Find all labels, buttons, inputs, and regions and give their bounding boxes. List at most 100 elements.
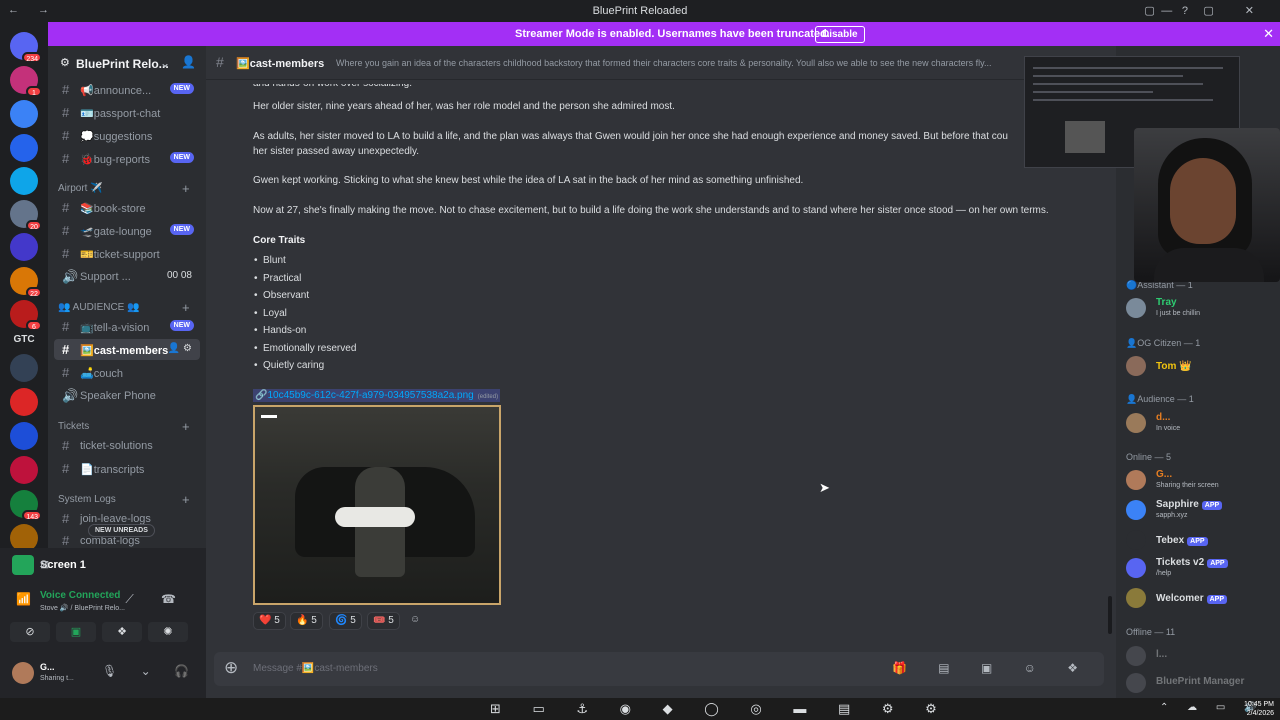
attachment-filename[interactable]: 🔗10c45b9c-612c-427f-a979-034957538a2a.pn…: [255, 390, 474, 401]
server-icon[interactable]: 20: [10, 200, 42, 231]
camera-off-button[interactable]: ⊘: [10, 622, 50, 642]
hash-icon: #: [62, 223, 70, 238]
channel-item-suggestions[interactable]: # 💭suggestions: [54, 125, 200, 146]
member-item[interactable]: Welcomer APP: [1126, 585, 1276, 613]
new-badge: NEW: [169, 320, 194, 331]
composer-placeholder[interactable]: Message #🖼️cast-members: [253, 663, 378, 674]
add-reaction-icon[interactable]: ☺: [405, 612, 425, 630]
window-controls[interactable]: — ▢ ✕: [1161, 4, 1268, 17]
channel-item-gate-lounge[interactable]: # 🛫gate-lounge NEW: [54, 220, 200, 241]
voice-channel-speaker-phone[interactable]: 🔊 Speaker Phone: [54, 385, 200, 406]
hash-icon: #: [62, 151, 70, 166]
server-icon[interactable]: 234: [10, 32, 42, 63]
activities-button[interactable]: ❖: [102, 622, 142, 642]
add-channel-icon[interactable]: +: [182, 300, 190, 315]
channel-item-bug-reports[interactable]: # 🐞bug-reports NEW: [54, 148, 200, 169]
attachment-image[interactable]: [253, 405, 501, 605]
new-unreads-pill[interactable]: NEW UNREADS: [88, 524, 155, 537]
reaction-swirl[interactable]: 🌀 5: [329, 612, 362, 630]
member-category: Online — 5: [1126, 452, 1172, 462]
voice-channel-support[interactable]: 🔊 Support ... 00 08: [54, 266, 200, 287]
server-icon[interactable]: 6: [10, 300, 42, 331]
avatar[interactable]: [12, 662, 34, 684]
channel-item-tell-a-vision[interactable]: # 📺tell-a-vision NEW: [54, 316, 200, 337]
channel-item-transcripts[interactable]: # 📄transcripts: [54, 458, 200, 479]
channel-item-ticket-support[interactable]: # 🎫ticket-support: [54, 243, 200, 264]
chat-scrollbar[interactable]: [1108, 596, 1112, 634]
add-member-icon[interactable]: 👤: [181, 55, 196, 69]
channel-item-ticket-solutions[interactable]: # ticket-solutions: [54, 435, 200, 456]
screen-share-preview[interactable]: Screen 1 ⊠: [12, 555, 192, 577]
member-item[interactable]: Sapphire APP sapph.xyz: [1126, 497, 1276, 525]
hash-icon: #: [216, 54, 224, 70]
server-icon[interactable]: [10, 167, 38, 195]
chevron-down-icon: ⌄: [160, 56, 171, 70]
member-item[interactable]: d... In voice: [1126, 410, 1276, 438]
server-icon[interactable]: [10, 134, 38, 162]
channel-item-announcements[interactable]: # 📢announce... NEW: [54, 79, 200, 100]
composer-tools-icons[interactable]: 🎁 ▤ ▣ ☺ ❖: [892, 661, 1092, 675]
server-icon[interactable]: [10, 100, 38, 128]
message-composer[interactable]: ⊕ Message #🖼️cast-members 🎁 ▤ ▣ ☺ ❖: [214, 652, 1104, 686]
trait-item: Observant: [254, 290, 309, 301]
app-badge: APP: [1207, 559, 1228, 568]
add-channel-icon[interactable]: +: [182, 419, 190, 434]
channel-item-cast-members[interactable]: # 🖼️cast-members 👤 ⚙: [54, 339, 200, 360]
category-system-logs[interactable]: System Logs +: [58, 492, 190, 507]
reaction-heart[interactable]: ❤️ 5: [253, 612, 286, 630]
channel-label: 🛋️couch: [80, 368, 124, 380]
message-paragraph: As adults, her sister moved to LA to bui…: [253, 131, 1008, 142]
add-channel-icon[interactable]: +: [182, 181, 190, 196]
avatar: [1126, 298, 1146, 318]
guild-header[interactable]: ⚙ BluePrint Relo... ⌄ 👤: [48, 46, 206, 78]
channel-item-couch[interactable]: # 🛋️couch: [54, 362, 200, 383]
reaction-count: 5: [311, 615, 317, 626]
member-item[interactable]: Tray I just be chillin: [1126, 295, 1276, 323]
channel-label: 🪪passport-chat: [80, 108, 161, 120]
category-audience[interactable]: 👥 AUDIENCE 👥 +: [58, 300, 190, 315]
member-item[interactable]: Tom 👑: [1126, 353, 1276, 381]
window-title: BluePrint Reloaded: [592, 5, 688, 17]
reaction-fire[interactable]: 🔥 5: [290, 612, 323, 630]
soundboard-button[interactable]: ✺: [148, 622, 188, 642]
disable-streamer-button[interactable]: Disable: [815, 26, 865, 43]
clock[interactable]: 10:45 PM 2/4/2026: [1244, 700, 1274, 718]
channel-topic[interactable]: Where you gain an idea of the characters…: [336, 58, 1016, 68]
member-item[interactable]: l...: [1126, 643, 1276, 671]
screen-share-button[interactable]: ▣: [56, 622, 96, 642]
member-item[interactable]: Tebex APP: [1126, 527, 1276, 555]
server-badge: 234: [22, 52, 42, 63]
add-attachment-icon[interactable]: ⊕: [224, 658, 238, 678]
server-icon[interactable]: [10, 456, 38, 484]
noise-disconnect-icons[interactable]: ⟋ ☎: [125, 592, 188, 607]
server-icon[interactable]: [10, 422, 38, 450]
category-label: Tickets: [58, 421, 90, 432]
add-channel-icon[interactable]: +: [182, 492, 190, 507]
server-icon[interactable]: 143: [10, 490, 42, 521]
server-badge: 20: [26, 220, 42, 231]
reaction-ticket[interactable]: 🎟️ 5: [367, 612, 400, 630]
stop-stream-icon[interactable]: ⊠: [40, 558, 190, 571]
member-item[interactable]: BluePrint Manager: [1126, 670, 1276, 698]
channel-settings-icon[interactable]: 👤 ⚙: [168, 343, 192, 354]
channel-label: ticket-solutions: [80, 440, 153, 452]
channel-item-passport-chat[interactable]: # 🪪passport-chat: [54, 102, 200, 123]
channel-item-book-store[interactable]: # 📚book-store: [54, 197, 200, 218]
server-icon[interactable]: [10, 388, 38, 416]
hash-icon: #: [62, 533, 70, 548]
server-icon[interactable]: 22: [10, 267, 42, 298]
member-item[interactable]: Tickets v2 APP /help: [1126, 555, 1276, 583]
server-icon[interactable]: [10, 354, 38, 382]
category-airport[interactable]: Airport ✈️ +: [58, 181, 190, 196]
server-icon[interactable]: 1: [10, 66, 42, 97]
category-tickets[interactable]: Tickets +: [58, 419, 190, 434]
attachment-link[interactable]: 🔗10c45b9c-612c-427f-a979-034957538a2a.pn…: [253, 389, 501, 402]
server-gtc-label[interactable]: GTC: [4, 334, 44, 345]
server-icon[interactable]: [10, 233, 38, 261]
hash-icon: #: [62, 200, 70, 215]
screen-icon: [12, 555, 34, 575]
voice-status[interactable]: Voice Connected: [40, 590, 120, 601]
member-item[interactable]: G... Sharing their screen: [1126, 467, 1276, 495]
close-icon[interactable]: ✕: [1263, 26, 1274, 42]
taskbar-app-icons[interactable]: ⊞ ▭ ⚓ ◉ ◆ ◯ ◎ ▬ ▤ ⚙ ⚙: [490, 701, 951, 717]
